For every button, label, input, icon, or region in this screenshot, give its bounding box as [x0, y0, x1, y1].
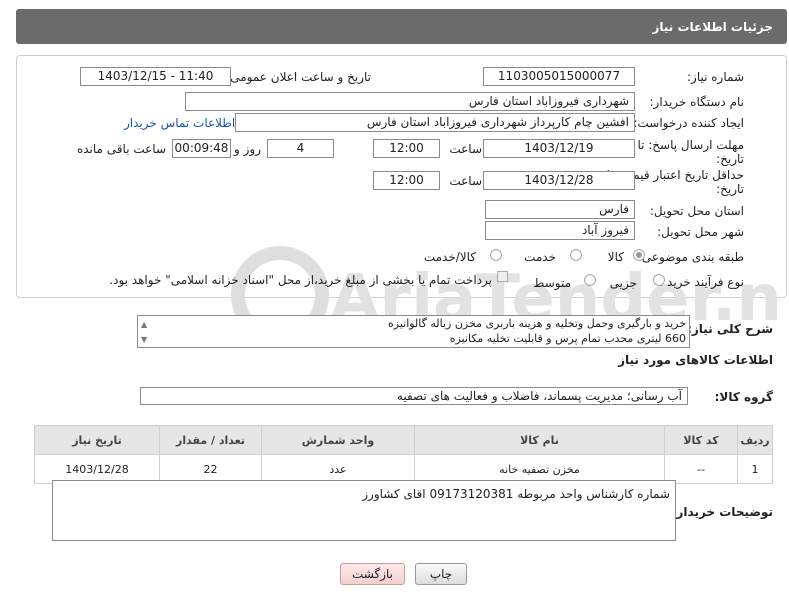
validity-date-field: 1403/12/28 — [483, 171, 635, 190]
need-number-label: شماره نیاز: — [687, 70, 744, 84]
deadline-time-field: 12:00 — [373, 139, 440, 158]
announce-field: 1403/12/15 - 11:40 — [80, 67, 231, 86]
deadline-label-line2: تاریخ: — [716, 152, 744, 166]
goods-group-label: گروه کالا: — [714, 390, 773, 404]
deadline-label-line1: مهلت ارسال پاسخ: تا — [637, 138, 744, 152]
table-header-row: ردیف کد کالا نام کالا واحد شمارش تعداد /… — [34, 425, 773, 455]
category-option-goods-service: کالا/خدمت — [423, 250, 476, 264]
col-name: نام کالا — [414, 425, 665, 455]
description-line-2: 660 لیتری محدب تمام پرس و قابلیت تخلیه م… — [449, 332, 686, 345]
description-line-1: خرید و بارگیری وحمل وتخلیه و هزینه باربر… — [387, 317, 686, 330]
requester-label: ایجاد کننده درخواست: — [633, 116, 744, 130]
province-field: فارس — [485, 200, 635, 219]
buyer-notes-textarea[interactable]: شماره کارشناس واحد مربوطه 09173120381 اق… — [52, 480, 676, 541]
back-button[interactable]: بازگشت — [340, 563, 405, 585]
category-radio-goods[interactable] — [633, 249, 645, 261]
purchase-option-medium: متوسط — [533, 276, 571, 290]
purchase-radio-minor[interactable] — [653, 274, 665, 286]
days-label: روز و — [234, 142, 261, 156]
col-unit: واحد شمارش — [261, 425, 415, 455]
city-field: فیروز آباد — [485, 221, 635, 240]
col-row: ردیف — [737, 425, 773, 455]
province-label: استان محل تحویل: — [649, 204, 744, 218]
days-field: 4 — [267, 139, 334, 158]
goods-group-field: آب رسانی؛ مدیریت پسماند، فاضلاب و فعالیت… — [140, 387, 688, 405]
purchase-option-minor: جزیی — [609, 276, 637, 290]
validity-label-line2: تاریخ: — [716, 182, 744, 196]
need-number-field: 1103005015000077 — [483, 67, 635, 86]
category-radio-goods-service[interactable] — [490, 249, 502, 261]
buyer-org-label: نام دستگاه خریدار: — [649, 95, 745, 109]
description-textarea[interactable]: خرید و بارگیری وحمل وتخلیه و هزینه باربر… — [137, 315, 690, 348]
description-label: شرح کلی نیاز: — [687, 322, 773, 336]
announce-label: تاریخ و ساعت اعلان عمومی: — [226, 70, 371, 84]
cell-row: 1 — [737, 454, 773, 484]
buyer-notes-label: توضیحات خریدار: — [671, 505, 773, 519]
goods-info-title: اطلاعات کالاهای مورد نیاز — [618, 353, 773, 367]
items-table: ردیف کد کالا نام کالا واحد شمارش تعداد /… — [34, 425, 773, 484]
col-date: تاریخ نیاز — [34, 425, 160, 455]
treasury-checkbox[interactable] — [497, 271, 508, 282]
category-label: طبقه بندی موضوعی: — [637, 250, 744, 264]
treasury-note: پرداخت تمام یا بخشی از مبلغ خرید،از محل … — [109, 273, 492, 287]
category-option-goods: کالا — [607, 250, 624, 264]
requester-field: افشین چام کارپرداز شهرداری فیروزاباد است… — [235, 113, 635, 132]
remaining-label: ساعت باقی مانده — [76, 142, 166, 156]
page-header: جزئیات اطلاعات نیاز — [16, 9, 787, 44]
page-title: جزئیات اطلاعات نیاز — [652, 20, 773, 34]
city-label: شهر محل تحویل: — [657, 225, 744, 239]
col-qty: تعداد / مقدار — [159, 425, 262, 455]
deadline-time-label: ساعت — [449, 142, 482, 156]
print-button[interactable]: چاپ — [415, 563, 467, 585]
remaining-time-field: 00:09:48 — [172, 139, 231, 158]
purchase-type-label: نوع فرآیند خرید : — [659, 275, 744, 289]
col-code: کد کالا — [664, 425, 738, 455]
purchase-radio-medium[interactable] — [584, 274, 596, 286]
buyer-org-field: شهرداری فیروزاباد استان فارس — [185, 92, 635, 111]
category-option-service: خدمت — [524, 250, 556, 264]
deadline-date-field: 1403/12/19 — [483, 139, 635, 158]
validity-time-label: ساعت — [449, 174, 482, 188]
scroll-arrows-icon[interactable]: ▲ ▼ — [141, 317, 147, 347]
validity-time-field: 12:00 — [373, 171, 440, 190]
buyer-contact-link[interactable]: اطلاعات تماس خریدار — [124, 116, 235, 130]
category-radio-service[interactable] — [570, 249, 582, 261]
